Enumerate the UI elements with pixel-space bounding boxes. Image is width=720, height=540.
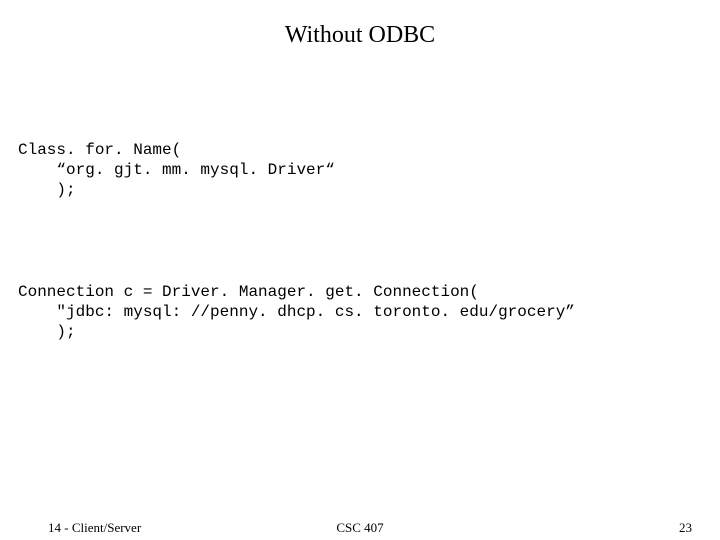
code-block-2: Connection c = Driver. Manager. get. Con… xyxy=(18,262,575,342)
slide-title: Without ODBC xyxy=(0,22,720,49)
code-block-1: Class. for. Name( “org. gjt. mm. mysql. … xyxy=(18,120,335,200)
code-line: Class. for. Name( xyxy=(18,141,181,159)
code-line: Connection c = Driver. Manager. get. Con… xyxy=(18,283,479,301)
code-line: “org. gjt. mm. mysql. Driver“ xyxy=(18,161,335,179)
code-line: ); xyxy=(18,323,76,341)
footer-center: CSC 407 xyxy=(0,520,720,536)
footer-right: 23 xyxy=(679,520,692,536)
code-line: "jdbc: mysql: //penny. dhcp. cs. toronto… xyxy=(18,303,575,321)
code-line: ); xyxy=(18,181,76,199)
slide: Without ODBC Class. for. Name( “org. gjt… xyxy=(0,0,720,540)
